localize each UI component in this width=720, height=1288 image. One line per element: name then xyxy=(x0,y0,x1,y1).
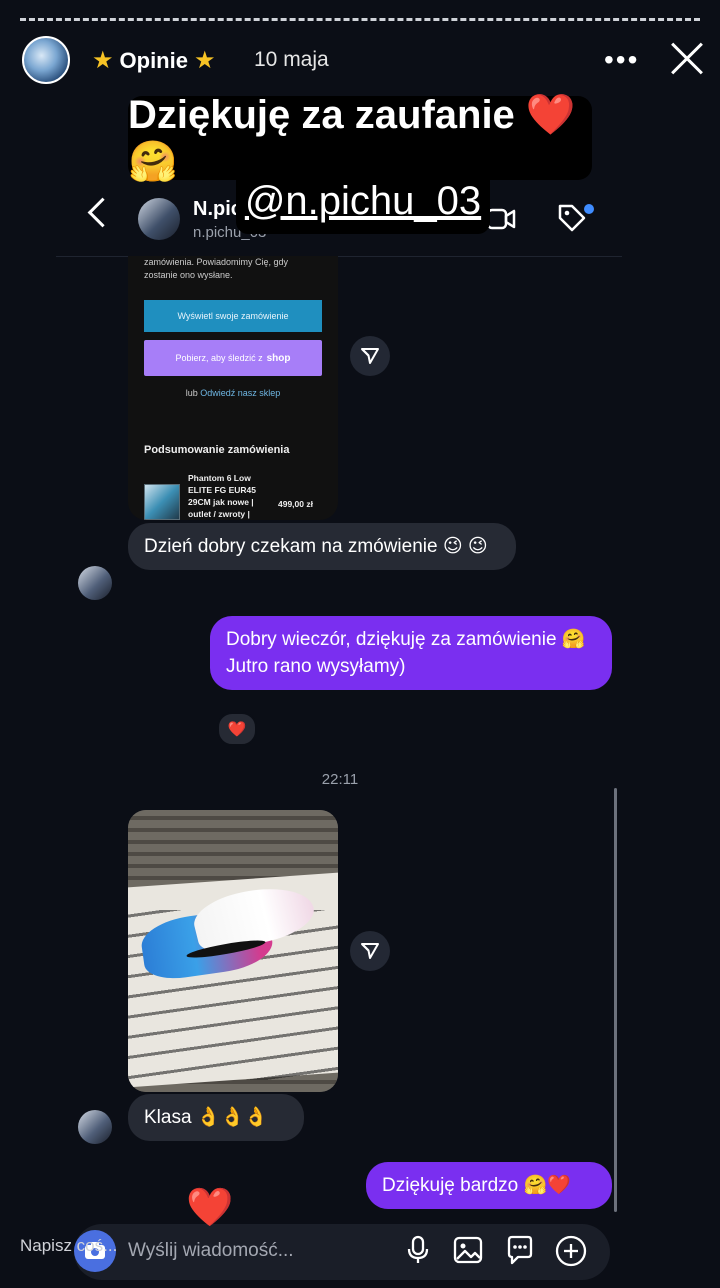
shared-email-card[interactable]: zamówienia. Powiadomimy Cię, gdy zostani… xyxy=(128,256,338,520)
email-intro-text: zamówienia. Powiadomimy Cię, gdy zostani… xyxy=(144,257,289,280)
download-label: Pobierz, aby śledzić z xyxy=(175,353,263,363)
mention-sticker[interactable]: @n.pichu_03 xyxy=(236,168,490,234)
notification-dot xyxy=(584,204,594,214)
order-summary-heading: Podsumowanie zamówienia xyxy=(144,444,290,456)
floating-heart-reaction[interactable]: ❤️ xyxy=(186,1186,233,1230)
message-input[interactable]: Wyślij wiadomość... xyxy=(128,1240,294,1262)
microphone-icon[interactable] xyxy=(404,1234,432,1266)
visit-store-link: Odwiedź nasz sklep xyxy=(200,388,281,398)
share-button[interactable] xyxy=(350,931,390,971)
send-icon xyxy=(361,348,379,364)
incoming-message[interactable]: Dzień dobry czekam na zmówienie 😉 😉 xyxy=(128,523,516,570)
share-button[interactable] xyxy=(350,336,390,376)
story-reply-hint[interactable]: Napisz coś... xyxy=(20,1236,117,1256)
product-price: 499,00 zł xyxy=(278,499,313,509)
heart-reaction[interactable]: ❤️ xyxy=(217,712,257,746)
dm-name: N.pic xyxy=(193,198,242,220)
shop-logo-text: shop xyxy=(266,352,291,364)
star-icon: ★ xyxy=(92,47,114,74)
sender-avatar xyxy=(78,1110,112,1144)
email-alt-link: lub Odwiedź nasz sklep xyxy=(128,388,338,398)
view-order-button: Wyświetl swoje zamówienie xyxy=(144,300,322,332)
message-timestamp: 22:11 xyxy=(321,771,359,788)
dm-avatar xyxy=(138,198,180,240)
more-options-icon[interactable]: ••• xyxy=(604,44,639,76)
gallery-icon[interactable] xyxy=(452,1234,484,1266)
sender-avatar xyxy=(78,566,112,600)
star-icon: ★ xyxy=(193,47,216,74)
close-icon[interactable] xyxy=(668,40,706,78)
email-or-word: lub xyxy=(185,388,198,398)
back-arrow-icon xyxy=(87,197,118,228)
story-title-text: Opinie xyxy=(119,47,188,73)
story-progress-bar xyxy=(20,18,700,21)
sticker-icon[interactable] xyxy=(504,1234,536,1266)
story-date: 10 maja xyxy=(254,48,329,71)
outgoing-message[interactable]: Dobry wieczór, dziękuję za zamówienie 🤗 … xyxy=(210,616,612,690)
incoming-message[interactable]: Klasa 👌👌👌 xyxy=(128,1094,304,1141)
product-thumbnail xyxy=(144,484,180,520)
shoe-photo-message[interactable] xyxy=(128,810,338,1092)
message-line: Jutro rano wysyłamy) xyxy=(226,656,406,677)
add-icon[interactable] xyxy=(554,1234,588,1268)
video-call-icon xyxy=(486,208,516,230)
outgoing-message[interactable]: Dziękuję bardzo 🤗❤️ xyxy=(366,1162,612,1209)
product-name: Phantom 6 Low ELITE FG EUR45 29CM jak no… xyxy=(188,473,257,519)
story-avatar[interactable] xyxy=(22,36,70,84)
send-icon xyxy=(361,943,379,959)
story-title: ★ Opinie ★ xyxy=(92,46,215,75)
shop-download-button: Pobierz, aby śledzić z shop xyxy=(144,340,322,376)
scroll-indicator xyxy=(614,788,617,1212)
message-line: Dobry wieczór, dziękuję za zamówienie 🤗 xyxy=(226,629,586,650)
